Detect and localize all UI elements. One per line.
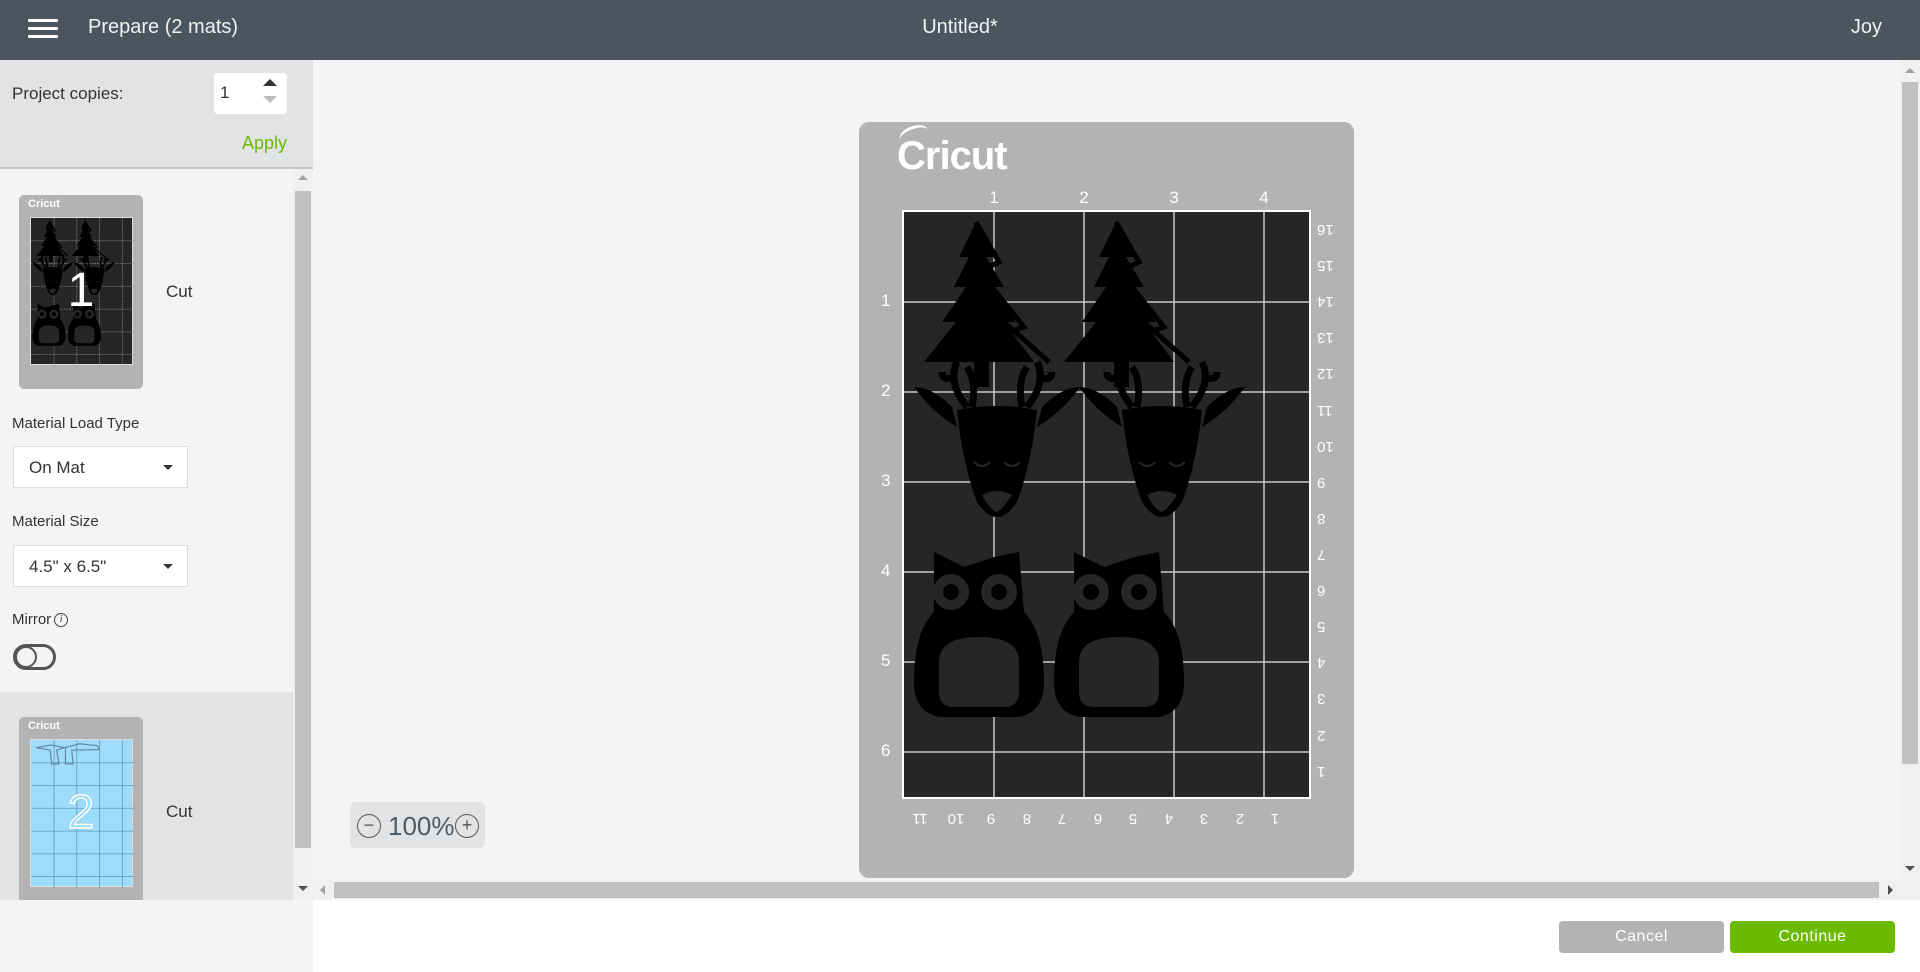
hamburger-menu-icon[interactable] [28,18,58,40]
scroll-right-arrow-icon[interactable] [1888,885,1893,895]
project-name: Untitled* [922,16,998,38]
mat-list-item[interactable]: Cricut 1 Cut Material Load Type On Mat M… [0,169,293,692]
ruler-bottom-label: 2 [1235,810,1244,827]
project-copies-value[interactable]: 1 [220,83,229,103]
ruler-right-label: 5 [1317,618,1326,636]
ruler-bottom-label: 11 [912,810,928,827]
ruler-bottom-label: 8 [1022,810,1031,827]
material-load-type-select[interactable]: On Mat [13,446,188,488]
user-menu[interactable]: Joy [1851,16,1882,39]
scroll-up-arrow-icon[interactable] [298,175,308,180]
ruler-right-label: 3 [1317,690,1326,708]
ruler-right-label: 16 [1317,221,1334,238]
mirror-label: Mirror [12,611,52,628]
apply-button[interactable]: Apply [242,133,287,154]
decrement-arrow-icon[interactable] [263,96,277,103]
cutting-mat: Cricut 1 2 3 4 1 2 3 4 5 6 16 15 14 13 1… [859,121,1354,878]
cancel-button[interactable]: Cancel [1559,921,1724,953]
project-copies-input[interactable]: 1 [214,73,287,114]
zoom-out-icon[interactable]: − [357,814,381,838]
material-size-value: 4.5" x 6.5" [29,557,107,576]
increment-arrow-icon[interactable] [263,79,277,86]
ruler-right-label: 14 [1317,293,1334,311]
zoom-control: − 100% + [350,802,485,848]
ruler-right-label: 10 [1317,437,1334,455]
mat-list-item[interactable]: Cricut 2 Cut [0,692,293,900]
project-copies-panel: Project copies: 1 Apply [0,60,313,169]
ruler-bottom-label: 10 [947,810,964,827]
info-icon[interactable]: i [54,612,69,627]
ruler-left-label: 6 [881,741,891,760]
ruler-top-label: 3 [1169,188,1179,207]
ruler-bottom-label: 7 [1057,810,1067,827]
mat-number: 1 [67,264,95,317]
ruler-bottom-label: 1 [1270,810,1280,827]
canvas-vertical-scrollbar[interactable] [1900,60,1920,880]
mat-number: 2 [67,785,95,840]
ruler-top-label: 2 [1079,188,1089,207]
mat-canvas: Cricut 1 2 3 4 1 2 3 4 5 6 16 15 14 13 1… [313,60,1900,880]
scrollbar-thumb[interactable] [334,882,1879,898]
ruler-bottom-label: 5 [1128,810,1138,827]
ruler-left-label: 1 [881,291,891,310]
ruler-left-label: 3 [881,471,891,490]
zoom-level: 100% [388,811,455,841]
ruler-right-label: 2 [1317,726,1326,744]
ruler-bottom-label: 6 [1093,810,1102,827]
ruler-right-label: 11 [1317,401,1333,419]
mirror-toggle[interactable] [13,644,56,670]
ruler-bottom-label: 9 [986,810,996,827]
mat-action-label: Cut [166,802,193,821]
continue-button[interactable]: Continue [1730,921,1895,953]
ruler-left-label: 4 [881,561,891,580]
project-copies-label: Project copies: [12,84,124,103]
page-title: Prepare (2 mats) [88,16,239,38]
ruler-bottom-label: 4 [1164,810,1173,827]
mat-list: Cricut 1 Cut Material Load Type On Mat M… [0,169,313,900]
toggle-knob [15,646,37,668]
mat-thumbnail[interactable]: Cricut 1 [19,195,143,389]
scroll-left-arrow-icon[interactable] [320,885,325,895]
material-size-select[interactable]: 4.5" x 6.5" [13,545,188,587]
cricut-logo: Cricut [896,121,1008,179]
scrollbar-thumb[interactable] [1902,82,1918,764]
zoom-in-icon[interactable]: + [455,814,479,838]
ruler-right-label: 4 [1317,654,1326,672]
ruler-right-label: 12 [1317,365,1334,383]
ruler-right-label: 7 [1317,546,1326,563]
ruler-left-label: 2 [881,381,891,400]
cricut-logo: Cricut [28,720,60,732]
ruler-right-label: 15 [1317,257,1334,275]
mat-action-label: Cut [166,282,193,301]
ruler-bottom-label: 3 [1199,810,1209,827]
chevron-down-icon [163,465,173,470]
scroll-up-arrow-icon[interactable] [1905,68,1915,73]
mat-thumbnail[interactable]: Cricut 2 [19,717,143,900]
ruler-left-label: 5 [881,651,891,670]
ruler-right-label: 13 [1317,329,1334,347]
ruler-right-label: 1 [1317,762,1326,780]
ruler-right-label: 9 [1317,473,1326,491]
ruler-right-label: 8 [1317,509,1326,527]
mat-artwork [904,212,1309,797]
mirror-row: Mirror i [12,611,69,628]
scroll-down-arrow-icon[interactable] [298,886,308,891]
scroll-down-arrow-icon[interactable] [1905,866,1915,871]
canvas-horizontal-scrollbar[interactable] [313,880,1920,900]
ruler-top-label: 4 [1259,188,1269,207]
chevron-down-icon [163,564,173,569]
material-load-type-value: On Mat [29,458,85,477]
footer-bar: Cancel Continue [313,900,1920,972]
material-size-label: Material Size [12,513,99,530]
ruler-top-label: 1 [989,188,999,207]
ruler-right-label: 6 [1317,582,1326,600]
mat-grid[interactable] [902,210,1311,799]
sidebar-scrollbar[interactable] [293,169,313,900]
material-load-type-label: Material Load Type [12,415,140,432]
app-header: Prepare (2 mats) Untitled* Joy [0,0,1920,60]
scrollbar-thumb[interactable] [295,191,311,848]
cricut-logo: Cricut [28,198,60,210]
